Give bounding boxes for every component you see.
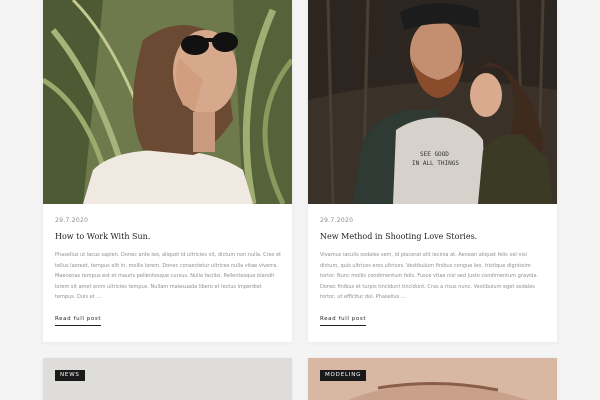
post-title[interactable]: New Method in Shooting Love Stories. bbox=[320, 232, 548, 241]
post-card: 29.7.2020 How to Work With Sun. Phasellu… bbox=[43, 0, 292, 342]
post-date: 29.7.2020 bbox=[55, 217, 89, 224]
shirt-text-line-2: IN ALL THINGS bbox=[412, 160, 459, 167]
shirt-text-line-1: SEE GOOD bbox=[420, 151, 449, 158]
post-date: 29.7.2020 bbox=[320, 217, 354, 224]
woman-sunglasses-photo bbox=[43, 0, 292, 204]
category-badge[interactable]: MODELING bbox=[320, 370, 367, 381]
couple-photo: SEE GOOD IN ALL THINGS bbox=[308, 0, 557, 204]
category-badge[interactable]: NEWS bbox=[55, 370, 85, 381]
post-card: SEE GOOD IN ALL THINGS 29.7.2020 New Met… bbox=[308, 0, 557, 342]
post-excerpt: Phasellus ut lacus sapien. Donec ante le… bbox=[55, 252, 281, 300]
post-image[interactable] bbox=[43, 0, 292, 204]
post-card: NEWS bbox=[43, 358, 292, 400]
post-title[interactable]: How to Work With Sun. bbox=[55, 232, 283, 241]
post-image[interactable]: SEE GOOD IN ALL THINGS bbox=[308, 0, 557, 204]
post-card: MODELING bbox=[308, 358, 557, 400]
read-full-post-link[interactable]: Read full post bbox=[55, 316, 102, 326]
read-full-post-link[interactable]: Read full post bbox=[320, 316, 367, 326]
post-excerpt: Vivamus iaculis sodales sem, id placerat… bbox=[320, 252, 539, 300]
